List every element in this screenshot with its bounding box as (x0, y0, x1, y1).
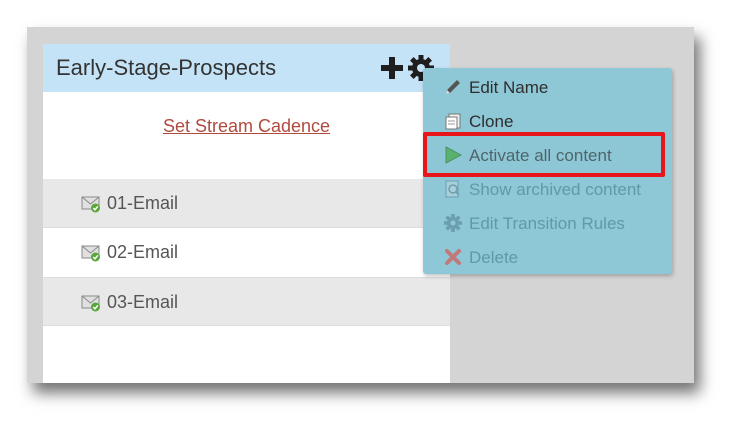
stream-panel: Early-Stage-Prospects Set Stream Cadence (43, 44, 450, 383)
menu-item-show-archived-content[interactable]: Show archived content (423, 172, 672, 206)
archive-icon (445, 180, 460, 198)
menu-item-edit-transition-rules[interactable]: Edit Transition Rules (423, 206, 672, 240)
menu-item-edit-name[interactable]: Edit Name (423, 70, 672, 104)
delete-x-icon (445, 249, 461, 265)
email-icon (81, 295, 100, 312)
menu-item-label: Delete (469, 248, 519, 267)
email-icon (81, 196, 100, 213)
email-label: 02-Email (107, 242, 179, 262)
menu-item-label: Show archived content (469, 180, 641, 199)
menu-item-delete[interactable]: Delete (423, 240, 672, 274)
email-row[interactable]: 03-Email (43, 277, 450, 326)
email-label: 01-Email (107, 193, 179, 213)
stream-header: Early-Stage-Prospects (43, 44, 450, 92)
pencil-icon (446, 80, 460, 94)
gear-icon (444, 214, 462, 232)
plus-icon[interactable] (380, 56, 404, 80)
email-icon (81, 245, 100, 262)
cadence-link-container: Set Stream Cadence (43, 116, 450, 137)
document-icon (445, 113, 461, 130)
email-label: 03-Email (107, 292, 179, 312)
stream-title: Early-Stage-Prospects (56, 55, 277, 80)
menu-item-label: Clone (469, 112, 514, 131)
set-stream-cadence-link[interactable]: Set Stream Cadence (163, 116, 330, 136)
menu-item-label: Edit Transition Rules (469, 214, 625, 233)
email-row[interactable]: 01-Email (43, 179, 450, 228)
email-row[interactable]: 02-Email (43, 228, 450, 277)
highlight-annotation-box (423, 132, 665, 177)
menu-item-label: Edit Name (469, 78, 549, 97)
